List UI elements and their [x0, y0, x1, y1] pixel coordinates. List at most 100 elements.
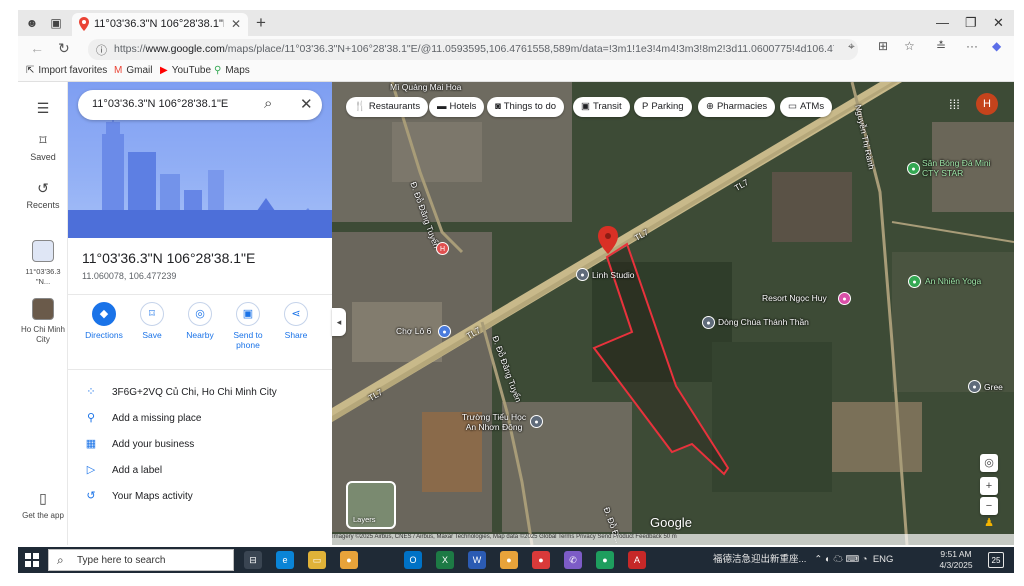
edge-icon[interactable]: e — [276, 551, 294, 569]
clock[interactable]: 9:51 AM 4/3/2025 — [934, 549, 978, 571]
search-box[interactable]: 11°03'36.3"N 106°28'38.1"E ⌕ ✕ — [78, 90, 322, 120]
search-icon[interactable]: ⌕ — [264, 95, 272, 112]
poi-school-icon[interactable]: ● — [530, 415, 543, 428]
send-to-phone-button[interactable]: ▣ Send to phone — [226, 302, 270, 350]
taskbar-search[interactable]: ⌕ Type here to search — [48, 549, 234, 571]
restaurant-icon: 🍴 — [354, 101, 366, 112]
pdf-reader-icon[interactable]: A — [628, 551, 646, 569]
task-view-icon[interactable]: ⊟ — [244, 551, 262, 569]
app-available-icon[interactable]: ⊞ — [878, 39, 888, 53]
search-input[interactable]: 11°03'36.3"N 106°28'38.1"E — [92, 98, 228, 110]
left-rail: ☰ ⌑ Saved ↺ Recents 11°03'36.3 "N... Ho Ch… — [18, 82, 68, 545]
app-icon[interactable]: ● — [532, 551, 550, 569]
minimize-icon[interactable]: — — [936, 15, 949, 30]
poi-label[interactable]: Trường Tiểu Học An Nhơn Đông — [458, 412, 530, 432]
maps-activity-row[interactable]: ↺ Your Maps activity — [82, 489, 192, 502]
pegman-icon[interactable]: ♟ — [980, 514, 998, 532]
place-coordinates: 11.060078, 106.477239 — [82, 271, 177, 281]
close-window-icon[interactable]: ✕ — [993, 15, 1004, 31]
poi-label[interactable]: Linh Studio — [592, 270, 635, 280]
add-label-row[interactable]: ▷ Add a label — [82, 463, 162, 476]
poi-label[interactable]: Chợ Lô 6 — [396, 326, 431, 336]
word-icon[interactable]: W — [468, 551, 486, 569]
nearby-button[interactable]: ◎ Nearby — [178, 302, 222, 340]
save-button[interactable]: ⌑ Save — [130, 302, 174, 340]
collapse-panel-button[interactable]: ◂ — [332, 308, 346, 336]
directions-button[interactable]: ◆ Directions — [82, 302, 126, 340]
zoom-out-icon[interactable]: − — [980, 497, 998, 515]
profile-icon[interactable]: ☻ — [24, 15, 40, 31]
chip-restaurants[interactable]: 🍴 Restaurants — [346, 97, 429, 117]
layers-button[interactable]: Layers — [346, 481, 396, 529]
chip-transit[interactable]: ▣ Transit — [573, 97, 630, 117]
poi-label[interactable]: Sân Bóng Đá Mini CTY STAR — [922, 158, 1002, 178]
saved-button[interactable]: ⌑ Saved — [18, 132, 68, 162]
share-button[interactable]: ⋖ Share — [274, 302, 318, 340]
google-apps-icon[interactable]: ⁞⁞⁞ — [949, 97, 960, 112]
location-icon[interactable]: ⌖ — [848, 39, 855, 54]
recent-place-item[interactable]: 11°03'36.3 "N... — [18, 240, 68, 286]
system-tray[interactable]: 福德洁急迎出新重座... ⌃ ◐ ☁ ⌨ ◔ ENG — [713, 551, 893, 565]
settings-more-icon[interactable]: ··· — [966, 39, 978, 53]
new-tab-icon[interactable]: + — [256, 13, 266, 33]
viber-icon[interactable]: ✆ — [564, 551, 582, 569]
reload-icon[interactable]: ↻ — [58, 40, 70, 57]
map-label[interactable]: Mì Quảng Mai Hoa — [390, 82, 461, 92]
recent-city-item[interactable]: Ho Chi Minh City — [18, 298, 68, 344]
import-icon: ⇱ — [26, 65, 35, 76]
poi-resort-icon[interactable]: ● — [838, 292, 851, 305]
chip-atms[interactable]: ▭ ATMs — [780, 97, 833, 117]
maximize-icon[interactable]: ❐ — [965, 15, 977, 31]
poi-studio-icon[interactable]: ● — [576, 268, 589, 281]
chip-things-to-do[interactable]: ◙ Things to do — [487, 97, 565, 117]
tab-actions-icon[interactable]: ▣ — [48, 15, 64, 31]
copilot-icon[interactable]: ◆ — [992, 39, 1001, 53]
get-app-button[interactable]: ▯ Get the app — [18, 490, 68, 520]
bookmark-maps[interactable]: ⚲ Maps — [214, 65, 250, 76]
poi-yoga-icon[interactable]: ● — [908, 275, 921, 288]
poi-sports-icon[interactable]: ● — [907, 162, 920, 175]
my-location-icon[interactable]: ◎ — [980, 454, 998, 472]
notifications-icon[interactable]: 25 — [988, 552, 1004, 568]
bookmark-import[interactable]: ⇱ Import favorites — [26, 65, 107, 76]
favorites-icon[interactable]: ≛ — [936, 39, 946, 53]
language-indicator[interactable]: ENG — [873, 554, 894, 565]
poi-label[interactable]: Gree — [984, 382, 1003, 392]
poi-market-icon[interactable]: ● — [438, 325, 451, 338]
chip-pharmacies[interactable]: ⊕ Pharmacies — [698, 97, 776, 117]
outlook-icon[interactable]: O — [404, 551, 422, 569]
chip-hotels[interactable]: ▬ Hotels — [429, 97, 485, 117]
poi-place-icon[interactable]: ● — [968, 380, 981, 393]
poi-label[interactable]: Resort Ngọc Huy — [762, 293, 827, 303]
messaging-icon[interactable]: ● — [596, 551, 614, 569]
file-explorer-icon[interactable]: ▭ — [308, 551, 326, 569]
add-missing-place-row[interactable]: ⚲ Add a missing place — [82, 411, 202, 424]
windows-start-icon[interactable] — [25, 553, 39, 567]
clear-search-icon[interactable]: ✕ — [300, 95, 313, 113]
close-tab-icon[interactable]: ✕ — [231, 17, 241, 31]
chrome-profile-icon[interactable]: ● — [500, 551, 518, 569]
bookmark-gmail[interactable]: M Gmail — [114, 65, 152, 76]
satellite-map[interactable]: 🍴 Restaurants ▬ Hotels ◙ Things to do ▣ Tran… — [332, 82, 1014, 545]
zoom-in-icon[interactable]: + — [980, 477, 998, 495]
poi-church-icon[interactable]: ● — [702, 316, 715, 329]
poi-hospital-icon[interactable]: H — [436, 242, 449, 255]
tab-bar: ☻ ▣ 11°03'36.3"N 106°28'38.1"E - Goo ✕ +… — [18, 10, 1014, 36]
excel-icon[interactable]: X — [436, 551, 454, 569]
add-business-row[interactable]: ▦ Add your business — [82, 437, 194, 450]
poi-label[interactable]: An Nhiên Yoga — [925, 276, 981, 286]
chrome-icon[interactable]: ● — [340, 551, 358, 569]
poi-label[interactable]: Dòng Chúa Thánh Thần — [718, 317, 809, 327]
address-bar[interactable]: ⓘ https://www.google.com/maps/place/11°0… — [88, 39, 858, 60]
account-avatar[interactable]: H — [976, 93, 998, 115]
bookmark-youtube[interactable]: ▶ YouTube — [160, 65, 211, 76]
tab-maps[interactable]: 11°03'36.3"N 106°28'38.1"E - Goo ✕ — [72, 13, 248, 36]
recents-button[interactable]: ↺ Recents — [18, 180, 68, 210]
chip-parking[interactable]: P Parking — [634, 97, 692, 117]
site-info-icon[interactable]: ⓘ — [96, 42, 107, 58]
favorite-star-icon[interactable]: ☆ — [904, 39, 915, 53]
bookmark-icon: ⌑ — [39, 132, 47, 148]
plus-code-row[interactable]: ⁘ 3F6G+2VQ Củ Chi, Ho Chi Minh City — [82, 385, 276, 398]
back-icon[interactable]: ← — [30, 40, 44, 56]
menu-button[interactable]: ☰ — [18, 100, 68, 120]
